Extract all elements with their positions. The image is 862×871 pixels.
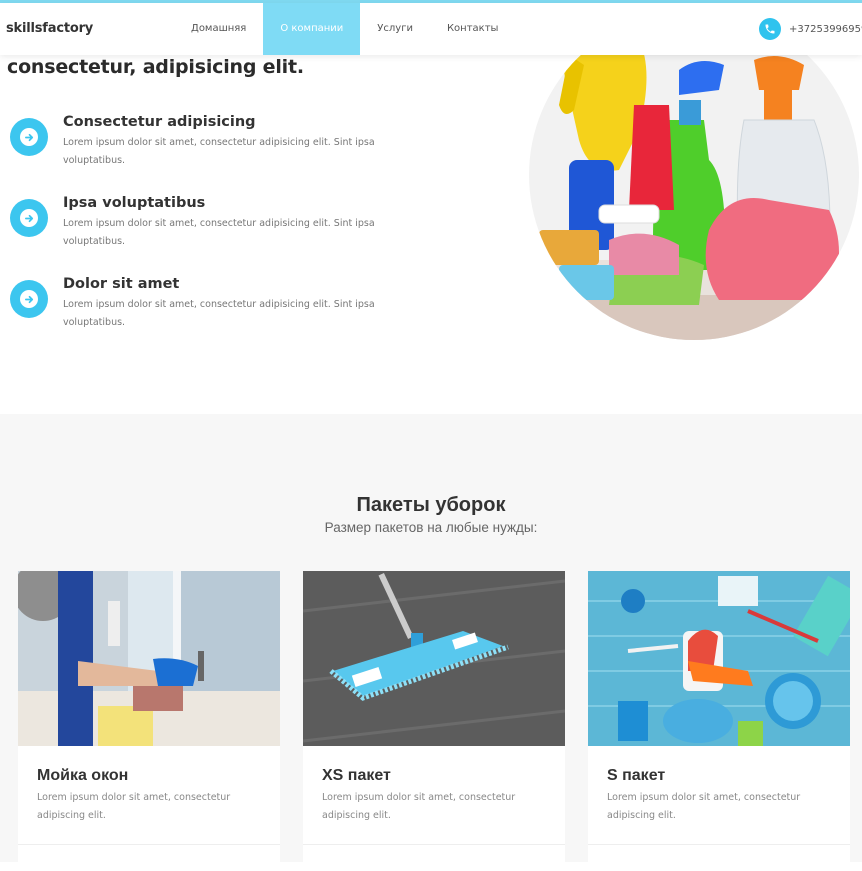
feature-text: Lorem ipsum dolor sit amet, consectetur …: [63, 137, 375, 166]
packages-section: Пакеты уборок Размер пакетов на любые ну…: [0, 414, 862, 871]
arrow-right-circle-icon: [10, 199, 48, 237]
site-header: skillsfactory Домашняя О компании Услуги…: [0, 3, 862, 55]
card-title: XS пакет: [322, 767, 391, 784]
packages-title: Пакеты уборок: [356, 494, 506, 516]
card-text: Lorem ipsum dolor sit amet, consectetur …: [322, 792, 516, 821]
divider: [18, 844, 280, 845]
card-text: Lorem ipsum dolor sit amet, consectetur …: [37, 792, 231, 821]
arrow-right-circle-icon: [10, 280, 48, 318]
card-title: S пакет: [607, 767, 666, 784]
phone-contact[interactable]: +37253996959: [759, 18, 862, 40]
feature-title: Consectetur adipisicing: [63, 114, 256, 130]
package-card[interactable]: XS пакет Lorem ipsum dolor sit amet, con…: [303, 571, 565, 871]
nav-item-home[interactable]: Домашняя: [174, 3, 263, 55]
cleaning-tools-image: [588, 571, 850, 746]
phone-number[interactable]: +37253996959: [789, 24, 862, 35]
package-card[interactable]: S пакет Lorem ipsum dolor sit amet, cons…: [588, 571, 850, 871]
nav-item-about[interactable]: О компании: [263, 3, 361, 55]
cleaning-supplies-image: [529, 10, 859, 340]
nav-item-contacts[interactable]: Контакты: [430, 3, 515, 55]
packages-subtitle: Размер пакетов на любые нужды:: [324, 520, 538, 535]
feature-title: Ipsa voluptatibus: [63, 195, 206, 211]
nav-item-services[interactable]: Услуги: [360, 3, 430, 55]
window-cleaning-image: [18, 571, 280, 746]
card-text: Lorem ipsum dolor sit amet, consectetur …: [607, 792, 801, 821]
arrow-right-circle-icon: [10, 118, 48, 156]
section-headline: consectetur, adipisicing elit.: [7, 56, 304, 78]
divider: [303, 844, 565, 845]
phone-icon: [759, 18, 781, 40]
package-card[interactable]: Мойка окон Lorem ipsum dolor sit amet, c…: [18, 571, 280, 871]
divider: [588, 844, 850, 845]
card-title: Мойка окон: [37, 767, 129, 784]
main-nav: Домашняя О компании Услуги Контакты: [174, 3, 515, 55]
site-logo[interactable]: skillsfactory: [6, 21, 93, 36]
feature-title: Dolor sit amet: [63, 276, 180, 292]
feature-text: Lorem ipsum dolor sit amet, consectetur …: [63, 218, 375, 247]
feature-text: Lorem ipsum dolor sit amet, consectetur …: [63, 299, 375, 328]
mop-image: [303, 571, 565, 746]
